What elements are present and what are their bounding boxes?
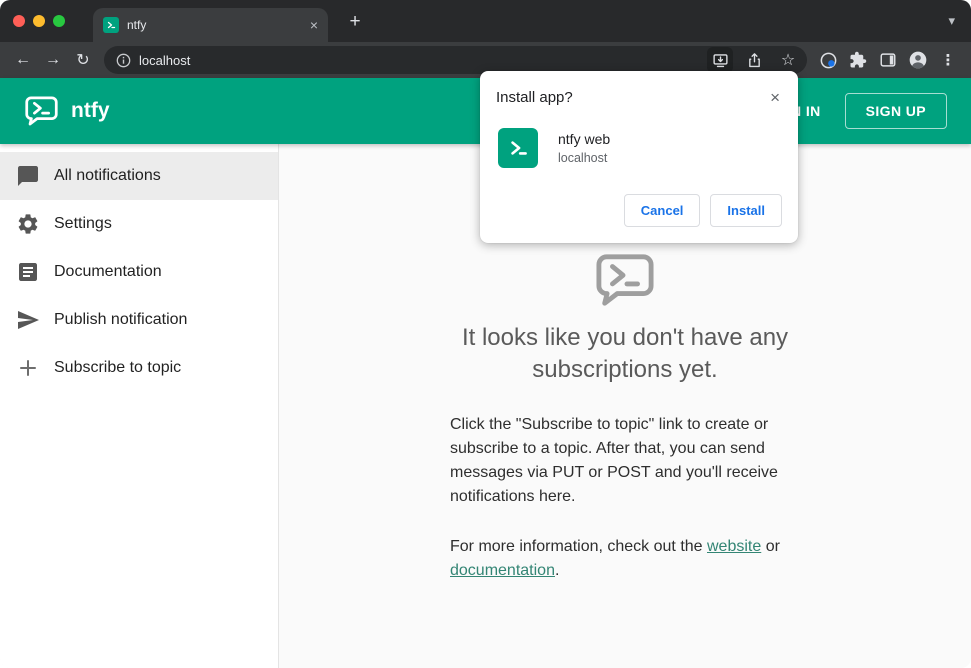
gear-icon — [16, 212, 40, 236]
new-tab-button[interactable]: + — [342, 8, 368, 34]
share-icon[interactable] — [741, 47, 767, 73]
traffic-lights — [13, 15, 65, 27]
more-info-suffix: . — [554, 561, 560, 579]
ntfy-logo-icon — [25, 95, 58, 125]
install-app-icon[interactable] — [707, 47, 733, 73]
zoom-window-button[interactable] — [53, 15, 65, 27]
tab-close-icon[interactable]: × — [310, 18, 318, 32]
website-link[interactable]: website — [707, 538, 761, 555]
minimize-window-button[interactable] — [33, 15, 45, 27]
plus-icon — [16, 356, 40, 380]
brand-name: ntfy — [71, 99, 110, 122]
sidebar-item-subscribe-to-topic[interactable]: Subscribe to topic — [0, 344, 278, 392]
sidebar-item-documentation[interactable]: Documentation — [0, 248, 278, 296]
empty-state-more-info: For more information, check out the webs… — [450, 535, 800, 583]
sidebar-item-label: Settings — [54, 215, 112, 232]
send-icon — [16, 308, 40, 332]
browser-tab-ntfy[interactable]: ntfy × — [93, 8, 328, 42]
empty-state-paragraph: Click the "Subscribe to topic" link to c… — [450, 415, 778, 505]
install-button[interactable]: Install — [710, 194, 782, 227]
dialog-app-name: ntfy web — [558, 131, 611, 147]
sidebar: All notifications Settings Documentation — [0, 144, 279, 668]
site-info-icon[interactable] — [116, 53, 131, 68]
ntfy-favicon-icon — [103, 17, 119, 33]
chat-bubble-icon — [16, 164, 40, 188]
back-button[interactable]: ← — [10, 47, 36, 73]
more-info-prefix: For more information, check out the — [450, 537, 707, 555]
dialog-app-origin: localhost — [558, 151, 608, 165]
side-panel-icon[interactable] — [874, 46, 902, 74]
browser-menu-icon[interactable]: ⋮ — [934, 46, 962, 74]
tab-search-chevron-icon[interactable]: ▾ — [948, 13, 955, 29]
ntfy-empty-state-icon — [596, 254, 654, 306]
sidebar-item-all-notifications[interactable]: All notifications — [0, 152, 278, 200]
dialog-close-icon[interactable]: × — [768, 89, 782, 106]
more-info-middle: or — [761, 537, 780, 555]
password-manager-extension-icon[interactable] — [814, 46, 842, 74]
url-text: localhost — [139, 52, 191, 68]
sidebar-item-label: Publish notification — [54, 311, 188, 328]
sidebar-item-settings[interactable]: Settings — [0, 200, 278, 248]
titlebar: ntfy × + ▾ — [0, 0, 971, 42]
sign-up-button[interactable]: SIGN UP — [844, 93, 947, 129]
book-icon — [16, 260, 40, 284]
ntfy-app-icon — [498, 128, 538, 168]
browser-window: ntfy × + ▾ ← → ↻ localhost ☆ ⋮ ntfy IN S… — [0, 0, 971, 668]
bookmark-star-icon[interactable]: ☆ — [775, 47, 801, 73]
address-bar[interactable]: localhost ☆ — [104, 46, 807, 74]
extensions-puzzle-icon[interactable] — [844, 46, 872, 74]
dialog-app-row: ntfy web localhost — [498, 128, 782, 168]
close-window-button[interactable] — [13, 15, 25, 27]
install-app-dialog: Install app? × ntfy web localhost Cancel… — [480, 71, 798, 243]
tab-title: ntfy — [127, 18, 147, 32]
forward-button[interactable]: → — [40, 47, 66, 73]
cancel-button[interactable]: Cancel — [623, 194, 701, 227]
sidebar-item-label: Documentation — [54, 263, 162, 280]
reload-button[interactable]: ↻ — [70, 47, 96, 73]
sidebar-item-label: All notifications — [54, 167, 161, 184]
sidebar-item-publish-notification[interactable]: Publish notification — [0, 296, 278, 344]
documentation-link[interactable]: documentation — [450, 562, 555, 579]
dialog-title: Install app? — [496, 89, 573, 106]
empty-state-heading: It looks like you don't have any subscri… — [461, 324, 789, 384]
sidebar-item-label: Subscribe to topic — [54, 359, 182, 376]
profile-avatar[interactable] — [904, 46, 932, 74]
